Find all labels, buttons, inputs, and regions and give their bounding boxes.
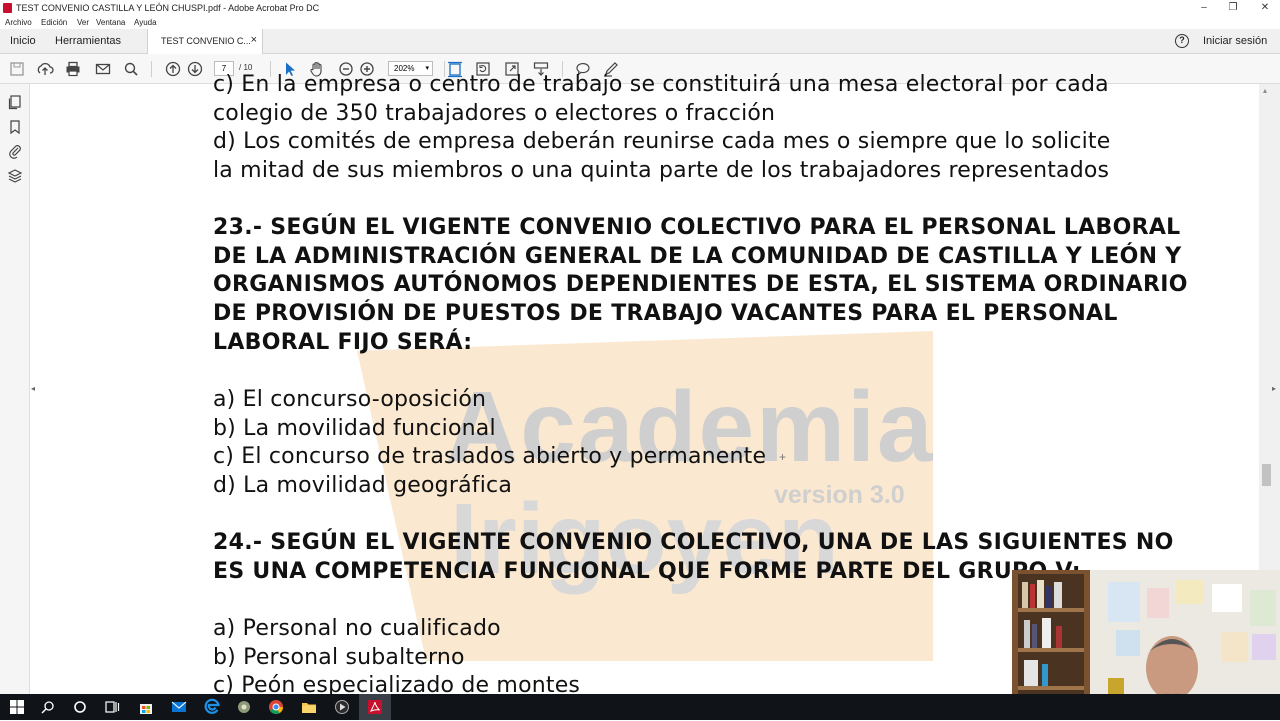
media-icon[interactable] xyxy=(333,698,351,716)
mail-icon[interactable] xyxy=(170,698,188,716)
document-line: la mitad de sus miembros o una quinta pa… xyxy=(213,158,1110,183)
task-view-icon[interactable] xyxy=(103,698,121,716)
search-icon[interactable] xyxy=(122,60,140,78)
left-nav-pane xyxy=(0,84,30,694)
signin-link[interactable]: Iniciar sesión xyxy=(1203,35,1267,47)
collapse-right-pane-icon[interactable]: ▸ xyxy=(1272,384,1276,393)
file-explorer-icon[interactable] xyxy=(300,698,318,716)
answer-option: a) Personal no cualificado xyxy=(213,616,501,641)
email-icon[interactable] xyxy=(94,60,112,78)
cortana-icon[interactable] xyxy=(71,698,89,716)
menu-edicion[interactable]: Edición xyxy=(41,18,67,27)
answer-option: b) Personal subalterno xyxy=(213,645,465,670)
layers-icon[interactable] xyxy=(7,168,23,184)
question-23-line: DE PROVISIÓN DE PUESTOS DE TRABAJO VACAN… xyxy=(213,301,1118,326)
minimize-button[interactable]: – xyxy=(1188,0,1220,16)
store-icon[interactable] xyxy=(137,698,155,716)
menu-ver[interactable]: Ver xyxy=(77,18,89,27)
edge-icon[interactable] xyxy=(203,698,221,716)
document-line: c) En la empresa o centro de trabajo se … xyxy=(213,72,1109,97)
scrollbar-thumb[interactable] xyxy=(1262,464,1271,486)
chrome-icon[interactable] xyxy=(267,698,285,716)
question-24-line: 24.- SEGÚN EL VIGENTE CONVENIO COLECTIVO… xyxy=(213,530,1174,555)
answer-option: b) La movilidad funcional xyxy=(213,416,496,441)
tab-bar: Inicio Herramientas TEST CONVENIO C... ×… xyxy=(0,29,1280,54)
next-page-icon[interactable] xyxy=(186,60,204,78)
close-window-button[interactable]: ✕ xyxy=(1249,0,1280,16)
question-23-line: DE LA ADMINISTRACIÓN GENERAL DE LA COMUN… xyxy=(213,244,1182,269)
question-23-line: ORGANISMOS AUTÓNOMOS DEPENDIENTES DE EST… xyxy=(213,272,1188,297)
restore-button[interactable]: ❐ xyxy=(1217,0,1249,16)
tab-document-label: TEST CONVENIO C... xyxy=(161,36,251,46)
answer-option: d) La movilidad geográfica xyxy=(213,473,513,498)
document-line: colegio de 350 trabajadores o electores … xyxy=(213,101,776,126)
help-icon[interactable]: ? xyxy=(1175,34,1189,48)
save-icon[interactable] xyxy=(8,60,26,78)
answer-option: c) El concurso de traslados abierto y pe… xyxy=(213,444,767,469)
scroll-up-icon[interactable]: ▴ xyxy=(1263,86,1267,95)
bookmark-icon[interactable] xyxy=(7,119,23,135)
search-icon[interactable] xyxy=(39,698,57,716)
acrobat-app-icon xyxy=(3,3,12,13)
prev-page-icon[interactable] xyxy=(164,60,182,78)
menu-archivo[interactable]: Archivo xyxy=(5,18,32,27)
menu-ayuda[interactable]: Ayuda xyxy=(134,18,157,27)
app-icon[interactable] xyxy=(235,698,253,716)
attachment-icon[interactable] xyxy=(7,143,23,159)
menu-ventana[interactable]: Ventana xyxy=(96,18,125,27)
mouse-cursor-icon: + xyxy=(779,450,787,464)
menu-bar: Archivo Edición Ver Ventana Ayuda xyxy=(0,16,1280,29)
tab-document[interactable]: TEST CONVENIO C... × xyxy=(147,29,263,54)
title-bar: TEST CONVENIO CASTILLA Y LEÓN CHUSPI.pdf… xyxy=(0,0,1280,16)
windows-taskbar xyxy=(0,694,1280,720)
question-23-line: LABORAL FIJO SERÁ: xyxy=(213,330,473,355)
acrobat-icon[interactable] xyxy=(366,698,384,716)
tab-tools[interactable]: Herramientas xyxy=(55,35,121,47)
document-line: d) Los comités de empresa deberán reunir… xyxy=(213,129,1111,154)
upload-icon[interactable] xyxy=(36,60,54,78)
tab-home[interactable]: Inicio xyxy=(10,35,36,47)
tab-close-icon[interactable]: × xyxy=(251,34,257,46)
print-icon[interactable] xyxy=(64,60,82,78)
question-24-line: ES UNA COMPETENCIA FUNCIONAL QUE FORME P… xyxy=(213,559,1081,584)
collapse-left-pane-icon[interactable]: ◂ xyxy=(31,384,35,393)
answer-option: a) El concurso-oposición xyxy=(213,387,487,412)
window-title: TEST CONVENIO CASTILLA Y LEÓN CHUSPI.pdf… xyxy=(16,3,320,13)
pages-icon[interactable] xyxy=(7,94,23,110)
windows-start-icon[interactable] xyxy=(8,698,26,716)
question-23-line: 23.- SEGÚN EL VIGENTE CONVENIO COLECTIVO… xyxy=(213,215,1181,240)
toolbar-divider xyxy=(151,61,152,77)
watermark-version: version 3.0 xyxy=(774,481,905,509)
